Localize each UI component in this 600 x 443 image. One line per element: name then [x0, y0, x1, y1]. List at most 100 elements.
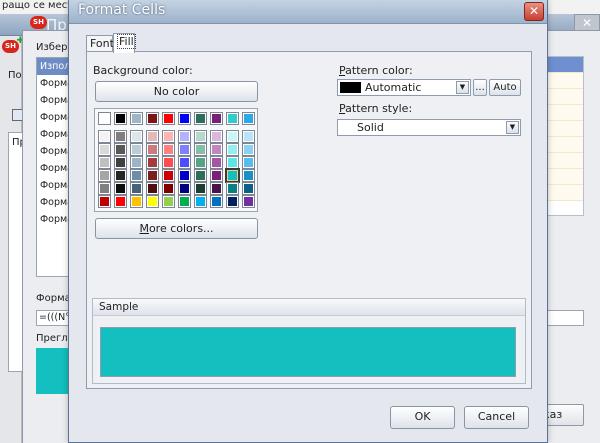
color-swatch[interactable]: [210, 112, 223, 125]
dialog-titlebar[interactable]: Format Cells ✕: [69, 0, 547, 24]
color-swatch[interactable]: [162, 156, 175, 169]
background-right-input[interactable]: [546, 310, 584, 326]
color-swatch[interactable]: [210, 156, 223, 169]
color-swatch[interactable]: [210, 143, 223, 156]
color-swatch[interactable]: [194, 156, 207, 169]
color-swatch[interactable]: [98, 169, 111, 182]
color-swatch[interactable]: [130, 112, 143, 125]
color-swatch[interactable]: [146, 143, 159, 156]
background-right-list: [546, 56, 584, 216]
color-swatch[interactable]: [242, 112, 255, 125]
tab-font[interactable]: Font: [86, 35, 114, 52]
color-swatch[interactable]: [226, 130, 239, 143]
color-swatch[interactable]: [162, 169, 175, 182]
pattern-color-auto-button[interactable]: Auto: [489, 79, 521, 96]
chevron-down-icon[interactable]: ▼: [506, 121, 519, 134]
pattern-color-more-button[interactable]: ...: [473, 79, 487, 96]
color-swatch[interactable]: [130, 143, 143, 156]
color-swatch[interactable]: [146, 195, 159, 208]
pattern-color-value: Automatic: [365, 81, 422, 94]
color-swatch[interactable]: [162, 195, 175, 208]
color-swatch[interactable]: [210, 195, 223, 208]
color-swatch[interactable]: [162, 130, 175, 143]
app-logo-icon: SH: [30, 16, 47, 29]
color-swatch[interactable]: [242, 143, 255, 156]
more-colors-accel: M: [139, 222, 149, 235]
pattern-style-dropdown[interactable]: Solid ▼: [337, 119, 521, 136]
pattern-color-dropdown[interactable]: Automatic ▼: [337, 79, 471, 96]
pattern-style-label: Pattern style:: [339, 102, 413, 115]
color-swatch[interactable]: [242, 156, 255, 169]
color-swatch[interactable]: [146, 130, 159, 143]
color-swatch[interactable]: [146, 169, 159, 182]
color-swatch[interactable]: [162, 182, 175, 195]
color-swatch[interactable]: [146, 182, 159, 195]
color-swatch[interactable]: [98, 156, 111, 169]
color-swatch[interactable]: [194, 169, 207, 182]
color-swatch[interactable]: [194, 112, 207, 125]
color-swatch[interactable]: [194, 195, 207, 208]
color-swatch[interactable]: [225, 168, 240, 183]
color-swatch[interactable]: [162, 143, 175, 156]
color-swatch[interactable]: [114, 182, 127, 195]
color-swatch[interactable]: [194, 143, 207, 156]
color-swatch[interactable]: [226, 182, 239, 195]
color-swatch[interactable]: [130, 169, 143, 182]
color-swatch[interactable]: [178, 195, 191, 208]
color-swatch[interactable]: [98, 112, 111, 125]
background-color-label: Background color:: [93, 64, 193, 77]
more-colors-button[interactable]: More colors...: [95, 218, 258, 239]
color-swatch[interactable]: [114, 195, 127, 208]
color-swatch[interactable]: [210, 130, 223, 143]
color-palette: [94, 108, 258, 212]
color-swatch[interactable]: [146, 156, 159, 169]
background-preview-swatch: [36, 348, 72, 394]
color-swatch[interactable]: [114, 156, 127, 169]
more-colors-label: ore colors...: [148, 222, 214, 235]
color-swatch[interactable]: [114, 130, 127, 143]
color-swatch[interactable]: [226, 112, 239, 125]
color-swatch[interactable]: [242, 130, 255, 143]
color-swatch[interactable]: [194, 182, 207, 195]
color-swatch[interactable]: [242, 195, 255, 208]
dialog-title: Format Cells: [78, 2, 166, 18]
color-swatch[interactable]: [226, 156, 239, 169]
color-swatch[interactable]: [242, 169, 255, 182]
close-button[interactable]: ✕: [524, 2, 544, 21]
color-swatch[interactable]: [178, 182, 191, 195]
color-swatch[interactable]: [194, 130, 207, 143]
color-swatch[interactable]: [178, 130, 191, 143]
format-cells-dialog: Format Cells ✕ Font Fill Background colo…: [68, 0, 548, 443]
color-swatch[interactable]: [114, 112, 127, 125]
color-swatch[interactable]: [130, 195, 143, 208]
color-swatch[interactable]: [178, 143, 191, 156]
color-swatch[interactable]: [226, 195, 239, 208]
color-swatch[interactable]: [130, 130, 143, 143]
sample-group: Sample: [92, 298, 526, 384]
color-swatch[interactable]: [98, 182, 111, 195]
tab-fill[interactable]: Fill: [113, 33, 136, 53]
color-swatch[interactable]: [146, 112, 159, 125]
color-swatch[interactable]: [98, 143, 111, 156]
color-swatch[interactable]: [114, 169, 127, 182]
pattern-color-label: Pattern color:: [339, 64, 413, 77]
color-swatch[interactable]: [226, 143, 239, 156]
color-swatch[interactable]: [178, 169, 191, 182]
color-swatch[interactable]: [98, 195, 111, 208]
color-swatch[interactable]: [210, 169, 223, 182]
sample-label: Sample: [93, 299, 525, 316]
no-color-button[interactable]: No color: [95, 81, 258, 102]
chevron-down-icon[interactable]: ▼: [456, 81, 469, 94]
color-swatch[interactable]: [210, 182, 223, 195]
color-swatch[interactable]: [242, 182, 255, 195]
color-swatch[interactable]: [178, 112, 191, 125]
color-swatch[interactable]: [162, 112, 175, 125]
color-swatch[interactable]: [114, 143, 127, 156]
ok-button[interactable]: OK: [390, 406, 455, 429]
color-swatch[interactable]: [130, 182, 143, 195]
color-swatch[interactable]: [98, 130, 111, 143]
color-swatch[interactable]: [178, 156, 191, 169]
pattern-color-swatch: [340, 82, 361, 93]
color-swatch[interactable]: [130, 156, 143, 169]
cancel-button[interactable]: Cancel: [464, 406, 529, 429]
